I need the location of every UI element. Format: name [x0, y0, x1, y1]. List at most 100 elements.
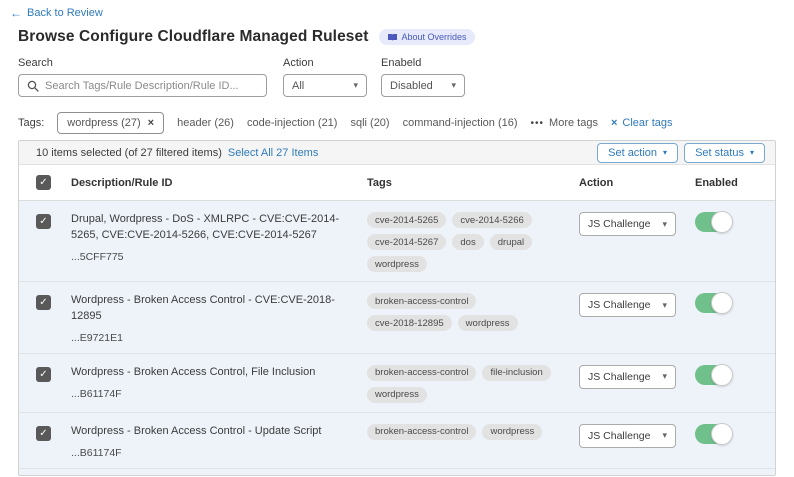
enabled-filter-label: Enabeld — [381, 57, 465, 69]
row-checkbox[interactable]: ✓ — [36, 295, 51, 310]
enabled-cell — [695, 424, 775, 459]
clear-tags-button[interactable]: × Clear tags — [611, 117, 673, 129]
rules-table: 10 items selected (of 27 filtered items)… — [18, 140, 776, 476]
enabled-toggle[interactable] — [695, 293, 732, 313]
select-all-link[interactable]: Select All 27 Items — [228, 147, 319, 159]
select-all-checkbox[interactable]: ✓ — [36, 175, 51, 190]
tag-chip: broken-access-control — [367, 424, 476, 440]
enabled-cell — [695, 293, 775, 344]
rule-id: ...B61174F — [71, 388, 351, 400]
remove-tag-icon[interactable]: × — [148, 118, 154, 129]
set-status-button[interactable]: Set status ▾ — [684, 143, 765, 163]
book-icon — [387, 33, 398, 42]
rule-description: Wordpress - Broken Access Control, File … — [71, 365, 351, 381]
description-cell: Wordpress - Broken Access Control - CVE:… — [71, 293, 367, 344]
search-box[interactable] — [18, 74, 267, 97]
action-select-value: JS Challenge — [588, 218, 650, 230]
column-header-action: Action — [579, 177, 695, 189]
search-input[interactable] — [45, 80, 258, 92]
row-checkbox[interactable]: ✓ — [36, 367, 51, 382]
tags-cell: broken-access-controlcve-2018-12895wordp… — [367, 293, 579, 344]
tag-filter-list: header (26) code-injection (21) sqli (20) c… — [177, 117, 517, 129]
action-cell: JS Challenge ▾ — [579, 424, 695, 459]
action-cell: JS Challenge ▾ — [579, 293, 695, 344]
tag-chip: wordpress — [458, 315, 518, 331]
search-icon — [27, 80, 39, 92]
action-filter-select[interactable]: All ▾ — [283, 74, 367, 97]
tag-chip: broken-access-control — [367, 365, 476, 381]
tag-filter-link[interactable]: command-injection (16) — [403, 117, 518, 129]
rule-id: ...B61174F — [71, 447, 351, 459]
rule-id: ...E9721E1 — [71, 332, 351, 344]
tag-chip: cve-2014-5266 — [452, 212, 531, 228]
enabled-filter-select[interactable]: Disabled ▾ — [381, 74, 465, 97]
enabled-toggle[interactable] — [695, 212, 732, 232]
set-action-button[interactable]: Set action ▾ — [597, 143, 678, 163]
column-header-tags: Tags — [367, 177, 579, 189]
action-select-value: JS Challenge — [588, 371, 650, 383]
chevron-down-icon: ▾ — [662, 371, 667, 382]
tag-filter-link[interactable]: code-injection (21) — [247, 117, 338, 129]
rule-id: ...5CFF775 — [71, 251, 351, 263]
toggle-knob — [711, 211, 733, 233]
enabled-cell — [695, 212, 775, 272]
row-checkbox-cell: ✓ — [19, 365, 71, 403]
clear-tags-label: Clear tags — [622, 117, 672, 129]
description-cell: Wordpress - Broken Access Control - Upda… — [71, 424, 367, 459]
tag-chip: drupal — [490, 234, 532, 250]
more-tags-button[interactable]: ••• More tags — [531, 117, 598, 129]
about-overrides-badge[interactable]: About Overrides — [379, 29, 475, 45]
enabled-filter-group: Enabeld Disabled ▾ — [381, 57, 465, 97]
toggle-knob — [711, 292, 733, 314]
selection-status: 10 items selected (of 27 filtered items) — [36, 147, 222, 159]
tags-cell: broken-access-control file-inclusion wordp… — [367, 365, 579, 403]
clear-tags-icon: × — [611, 118, 617, 129]
enabled-toggle[interactable] — [695, 365, 732, 385]
back-link-label: Back to Review — [27, 7, 103, 19]
toggle-knob — [711, 364, 733, 386]
toggle-knob — [711, 423, 733, 445]
action-select[interactable]: JS Challenge ▾ — [579, 365, 676, 389]
action-cell: JS Challenge ▾ — [579, 212, 695, 272]
table-row: ✓ Wordpress - Broken Access Control - CV… — [19, 282, 775, 354]
tag-chip: file-inclusion — [482, 365, 550, 381]
page-header: Browse Configure Cloudflare Managed Rule… — [18, 28, 475, 46]
row-checkbox[interactable]: ✓ — [36, 426, 51, 441]
column-header-description: Description/Rule ID — [71, 177, 367, 189]
chevron-down-icon: ▾ — [663, 148, 667, 157]
search-label: Search — [18, 57, 267, 69]
tag-chip: wordpress — [367, 387, 427, 403]
action-filter-group: Action All ▾ — [283, 57, 367, 97]
page-title: Browse Configure Cloudflare Managed Rule… — [18, 28, 369, 46]
table-row: ✓ Wordpress - Broken Access Control, Fil… — [19, 354, 775, 413]
tags-bar: Tags: wordpress (27) × header (26)code-i… — [18, 112, 673, 134]
about-overrides-label: About Overrides — [402, 32, 467, 42]
selected-tag-label: wordpress (27) — [67, 117, 140, 129]
tag-filter-link[interactable]: header (26) — [177, 117, 234, 129]
tag-filter-link[interactable]: sqli (20) — [350, 117, 389, 129]
tag-chip: broken-access-control — [367, 293, 476, 309]
set-action-label: Set action — [608, 147, 657, 159]
action-select[interactable]: JS Challenge ▾ — [579, 424, 676, 448]
row-checkbox-cell: ✓ — [19, 212, 71, 272]
action-select[interactable]: JS Challenge ▾ — [579, 293, 676, 317]
row-checkbox[interactable]: ✓ — [36, 214, 51, 229]
tag-chip: dos — [452, 234, 483, 250]
more-tags-label: More tags — [549, 117, 598, 129]
action-select[interactable]: JS Challenge ▾ — [579, 212, 676, 236]
rule-description: Drupal, Wordpress - DoS - XMLRPC - CVE:C… — [71, 212, 351, 244]
back-to-review-link[interactable]: ← Back to Review — [10, 7, 103, 19]
action-select-value: JS Challenge — [588, 299, 650, 311]
selected-tag-wordpress[interactable]: wordpress (27) × — [57, 112, 164, 134]
description-cell: Wordpress - Broken Access Control, File … — [71, 365, 367, 403]
enabled-toggle[interactable] — [695, 424, 732, 444]
tags-cell: cve-2014-5265cve-2014-5266cve-2014-5267d… — [367, 212, 579, 272]
enabled-cell — [695, 365, 775, 403]
table-row: ✓ Drupal, Wordpress - DoS - XMLRPC - CVE… — [19, 201, 775, 282]
action-select-value: JS Challenge — [588, 430, 650, 442]
column-header-enabled: Enabled — [695, 177, 775, 189]
selection-bar: 10 items selected (of 27 filtered items)… — [19, 141, 775, 165]
tags-cell: broken-access-controlwordpress — [367, 424, 579, 459]
rule-description: Wordpress - Broken Access Control - CVE:… — [71, 293, 351, 325]
chevron-down-icon: ▾ — [662, 219, 667, 230]
